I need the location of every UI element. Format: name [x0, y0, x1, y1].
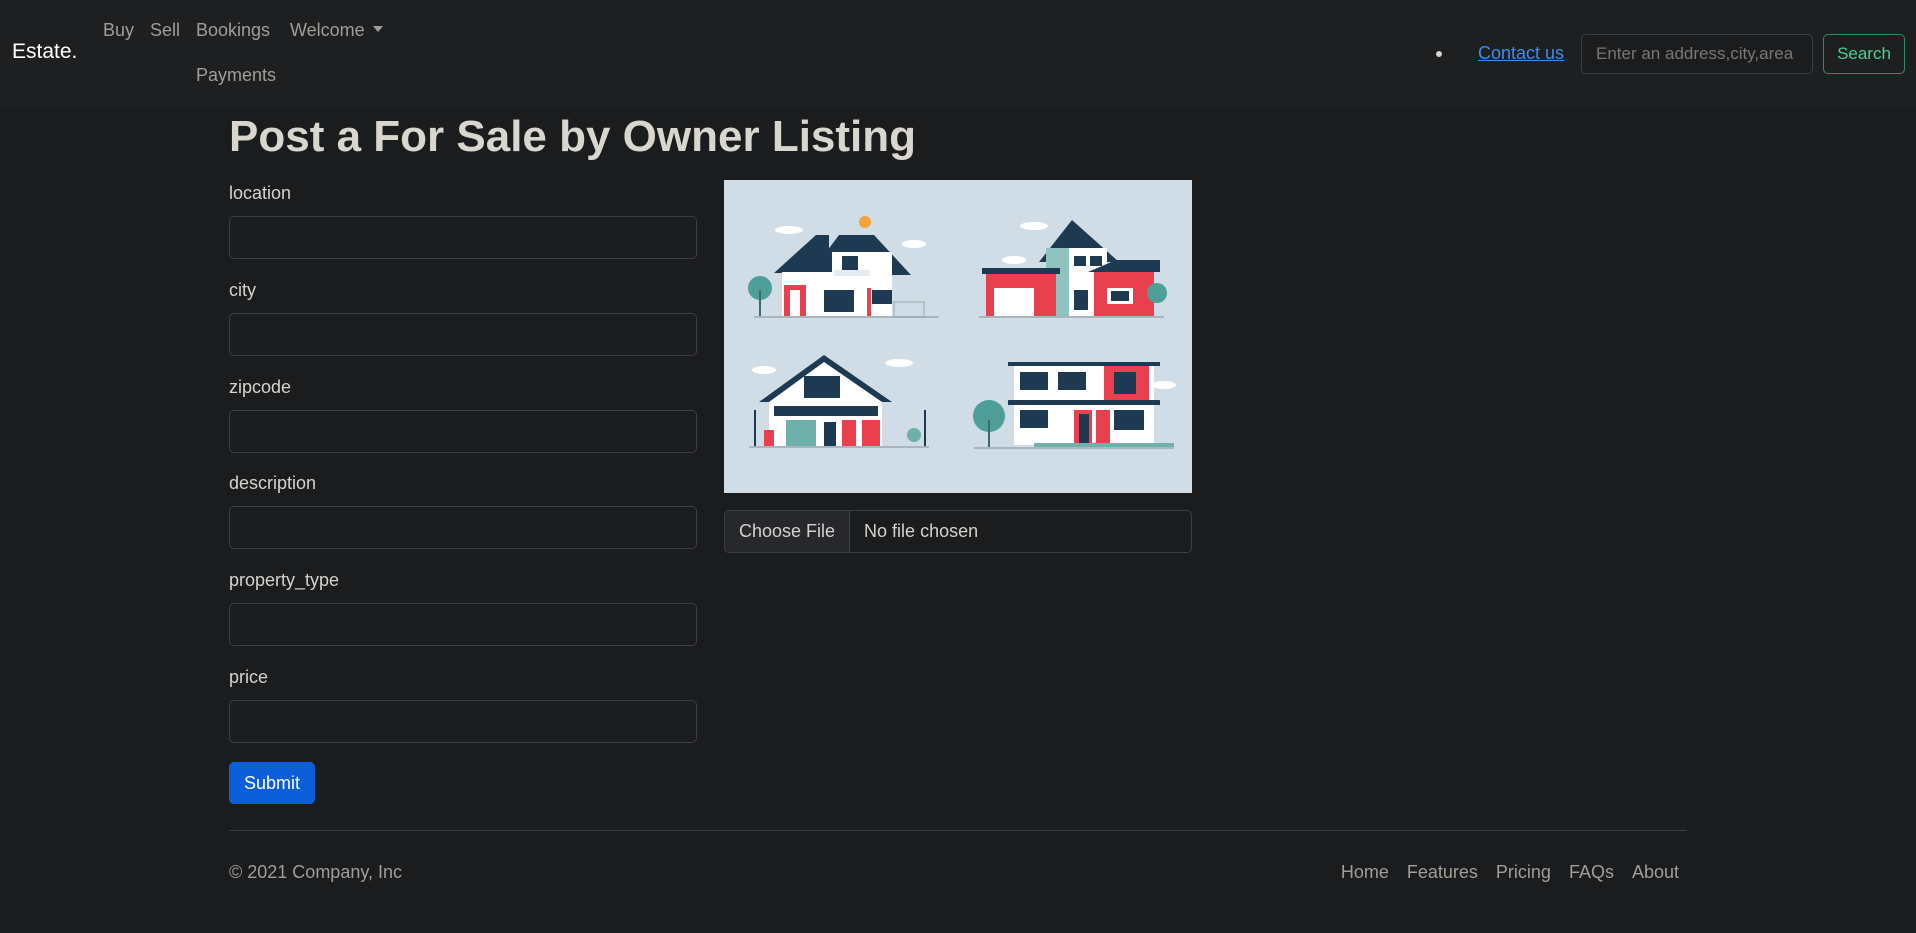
footer-divider — [229, 830, 1687, 831]
houses-illustration — [748, 216, 1176, 449]
city-input[interactable] — [229, 313, 697, 356]
navbar: Estate. Buy Sell Bookings Welcome Paymen… — [0, 0, 1916, 107]
description-label: description — [229, 473, 317, 493]
description-input[interactable] — [229, 506, 697, 549]
nav-link-payments[interactable]: Payments — [196, 65, 276, 86]
property-type-input[interactable] — [229, 603, 697, 646]
zipcode-input[interactable] — [229, 410, 697, 453]
house-illustration-4 — [973, 362, 1176, 449]
footer-link-about[interactable]: About — [1632, 862, 1679, 883]
bullet-icon — [1436, 51, 1442, 57]
file-upload-input[interactable]: Choose File No file chosen — [724, 510, 1192, 553]
city-label: city — [229, 280, 256, 300]
price-input[interactable] — [229, 700, 697, 743]
house-preview-image — [724, 180, 1192, 493]
footer-link-faqs[interactable]: FAQs — [1569, 862, 1614, 883]
footer-link-home[interactable]: Home — [1341, 862, 1389, 883]
chevron-down-icon — [372, 26, 383, 32]
price-label: price — [229, 667, 269, 687]
nav-dropdown-welcome-label: Welcome — [290, 20, 365, 40]
nav-link-sell[interactable]: Sell — [150, 20, 180, 41]
house-illustration-2 — [979, 220, 1167, 318]
contact-us-link[interactable]: Contact us — [1478, 43, 1564, 64]
file-status-text: No file chosen — [864, 521, 979, 541]
brand-logo[interactable]: Estate. — [12, 40, 77, 64]
footer-copyright: © 2021 Company, Inc — [229, 862, 403, 882]
footer-nav: Home Features Pricing FAQs About — [1341, 862, 1679, 883]
search-input[interactable] — [1581, 34, 1813, 74]
property-type-label: property_type — [229, 570, 340, 590]
house-illustration-1 — [748, 216, 939, 318]
nav-link-bookings[interactable]: Bookings — [196, 20, 270, 41]
location-input[interactable] — [229, 216, 697, 259]
house-illustration-3 — [749, 355, 929, 448]
choose-file-button[interactable]: Choose File — [725, 511, 851, 552]
page-title: Post a For Sale by Owner Listing — [229, 112, 917, 161]
nav-dropdown-welcome[interactable]: Welcome — [290, 20, 383, 41]
submit-button[interactable]: Submit — [229, 762, 315, 804]
footer-link-pricing[interactable]: Pricing — [1496, 862, 1551, 883]
search-button[interactable]: Search — [1823, 34, 1905, 74]
footer-link-features[interactable]: Features — [1407, 862, 1478, 883]
location-label: location — [229, 183, 292, 203]
nav-link-buy[interactable]: Buy — [103, 20, 134, 41]
zipcode-label: zipcode — [229, 377, 292, 397]
